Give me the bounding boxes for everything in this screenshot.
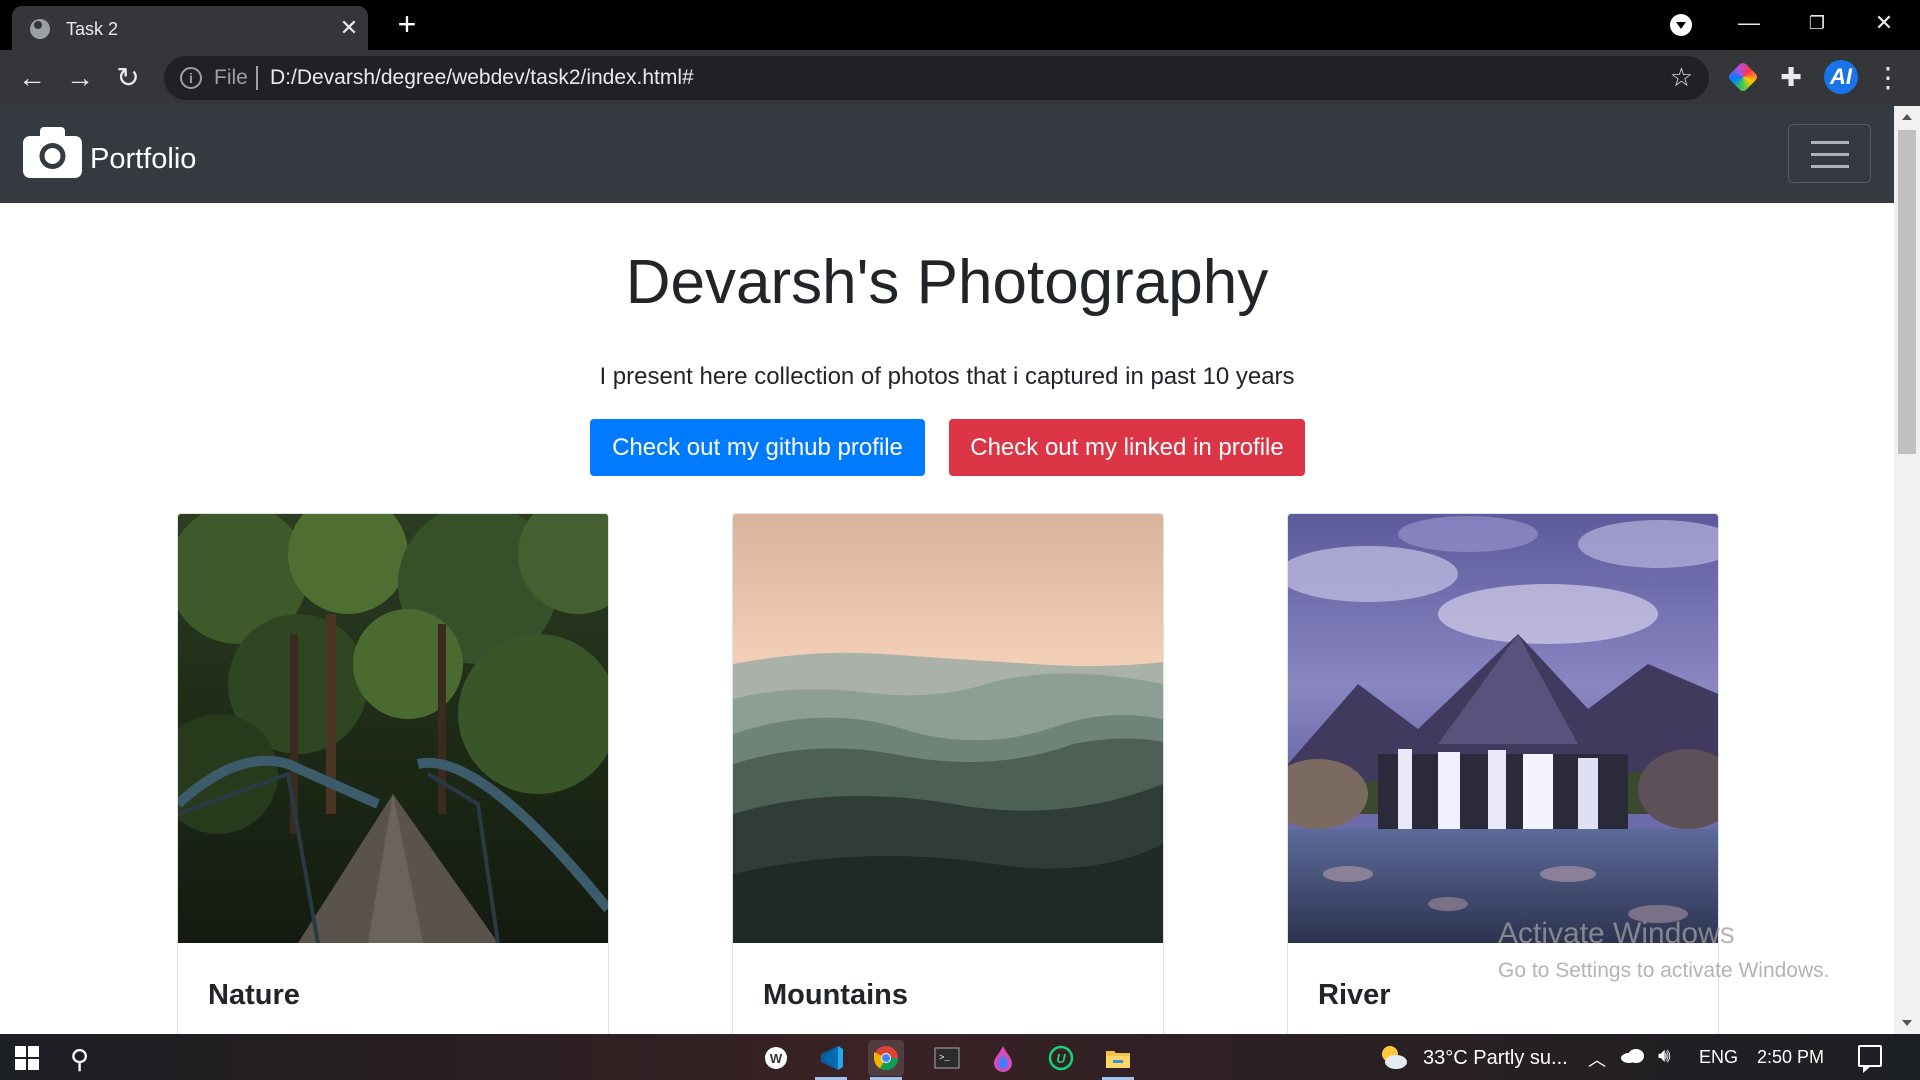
chevron-up-icon[interactable]: ︿ xyxy=(1588,1046,1606,1072)
browser-menu-icon[interactable]: ⋮ xyxy=(1874,62,1902,94)
clock[interactable]: 2:50 PM xyxy=(1757,1047,1824,1068)
weather-text[interactable]: 33°C Partly su... xyxy=(1423,1047,1568,1070)
page-viewport: Portfolio Devarsh's Photography I presen… xyxy=(0,106,1894,1034)
color-extension-icon[interactable] xyxy=(1727,61,1759,93)
activate-windows-title: Activate Windows xyxy=(1498,917,1735,950)
scroll-down-arrow-icon[interactable] xyxy=(1902,1020,1912,1026)
photo-card-nature: Nature xyxy=(177,513,609,1034)
activate-windows-subtitle: Go to Settings to activate Windows. xyxy=(1498,959,1830,982)
browser-tab[interactable]: Task 2 ✕ xyxy=(12,6,368,50)
hamburger-line xyxy=(1811,165,1849,168)
partly-sunny-icon[interactable] xyxy=(1378,1042,1408,1072)
wps-app-icon[interactable]: W xyxy=(758,1040,794,1076)
github-profile-button[interactable]: Check out my github profile xyxy=(590,419,925,476)
photo-card-mountains: Mountains xyxy=(732,513,1164,1034)
close-window-button[interactable]: ✕ xyxy=(1864,8,1904,38)
page-heading: Devarsh's Photography xyxy=(625,248,1269,317)
onedrive-cloud-icon[interactable] xyxy=(1620,1048,1646,1064)
vscode-icon[interactable] xyxy=(813,1040,849,1080)
extensions-puzzle-icon[interactable]: ✚ xyxy=(1776,62,1806,92)
card-title: River xyxy=(1318,979,1391,1011)
windows-taskbar: ⚲ W >_ U 33°C Partly su... ︿ 🔊︎ ENG 2:50… xyxy=(0,1034,1920,1080)
windows-start-icon[interactable] xyxy=(15,1046,39,1070)
back-button[interactable]: ← xyxy=(12,58,52,98)
notification-icon[interactable] xyxy=(1858,1045,1882,1073)
file-explorer-icon[interactable] xyxy=(1100,1040,1136,1080)
hamburger-line xyxy=(1811,141,1849,144)
svg-text:U: U xyxy=(1056,1051,1066,1066)
restore-window-button[interactable]: ❐ xyxy=(1797,8,1837,38)
search-icon[interactable]: ⚲ xyxy=(70,1044,100,1074)
hamburger-line xyxy=(1811,153,1849,156)
browser-tab-strip: Task 2 ✕ + — ❐ ✕ xyxy=(0,0,1920,50)
address-bar[interactable]: i File D:/Devarsh/degree/webdev/task2/in… xyxy=(164,56,1709,100)
site-navbar: Portfolio xyxy=(0,106,1894,203)
ai-extension-icon[interactable]: AI xyxy=(1824,60,1858,94)
terminal-icon[interactable]: >_ xyxy=(929,1040,965,1076)
svg-text:>_: >_ xyxy=(939,1053,950,1063)
bridge-forest-photo xyxy=(178,514,608,943)
address-scheme-label: File xyxy=(214,66,248,89)
address-separator xyxy=(256,66,258,90)
drop-app-icon[interactable] xyxy=(985,1040,1021,1076)
upwork-icon[interactable]: U xyxy=(1043,1040,1079,1076)
scroll-up-arrow-icon[interactable] xyxy=(1902,114,1912,120)
browser-toolbar: ← → ↻ i File D:/Devarsh/degree/webdev/ta… xyxy=(0,50,1920,106)
svg-text:W: W xyxy=(770,1051,783,1066)
chrome-icon[interactable] xyxy=(868,1040,904,1080)
bookmark-star-icon[interactable]: ☆ xyxy=(1670,62,1693,93)
new-tab-button[interactable]: + xyxy=(392,8,422,40)
lead-text: I present here collection of photos that… xyxy=(599,363,1295,390)
navbar-brand[interactable]: Portfolio xyxy=(90,143,196,176)
minimize-window-button[interactable]: — xyxy=(1729,8,1769,38)
page-scrollbar[interactable] xyxy=(1894,106,1920,1034)
globe-icon xyxy=(30,19,50,39)
card-title: Nature xyxy=(208,979,300,1011)
speaker-icon[interactable]: 🔊︎ xyxy=(1658,1045,1671,1068)
linkedin-profile-button[interactable]: Check out my linked in profile xyxy=(949,419,1305,476)
reload-button[interactable]: ↻ xyxy=(108,58,148,98)
forward-button[interactable]: → xyxy=(60,58,100,98)
tab-title: Task 2 xyxy=(66,19,119,39)
navbar-toggler-button[interactable] xyxy=(1788,124,1871,183)
photo-card-river: River xyxy=(1287,513,1719,1034)
address-url[interactable]: D:/Devarsh/degree/webdev/task2/index.htm… xyxy=(270,66,694,90)
info-icon[interactable]: i xyxy=(180,67,202,89)
misty-mountains-photo xyxy=(733,514,1163,943)
camera-icon[interactable] xyxy=(23,127,82,178)
scrollbar-thumb[interactable] xyxy=(1898,130,1916,454)
close-tab-icon[interactable]: ✕ xyxy=(336,15,362,41)
language-indicator[interactable]: ENG xyxy=(1699,1047,1738,1068)
tab-search-icon[interactable] xyxy=(1670,14,1692,36)
waterfall-river-photo xyxy=(1288,514,1718,943)
card-title: Mountains xyxy=(763,979,908,1011)
